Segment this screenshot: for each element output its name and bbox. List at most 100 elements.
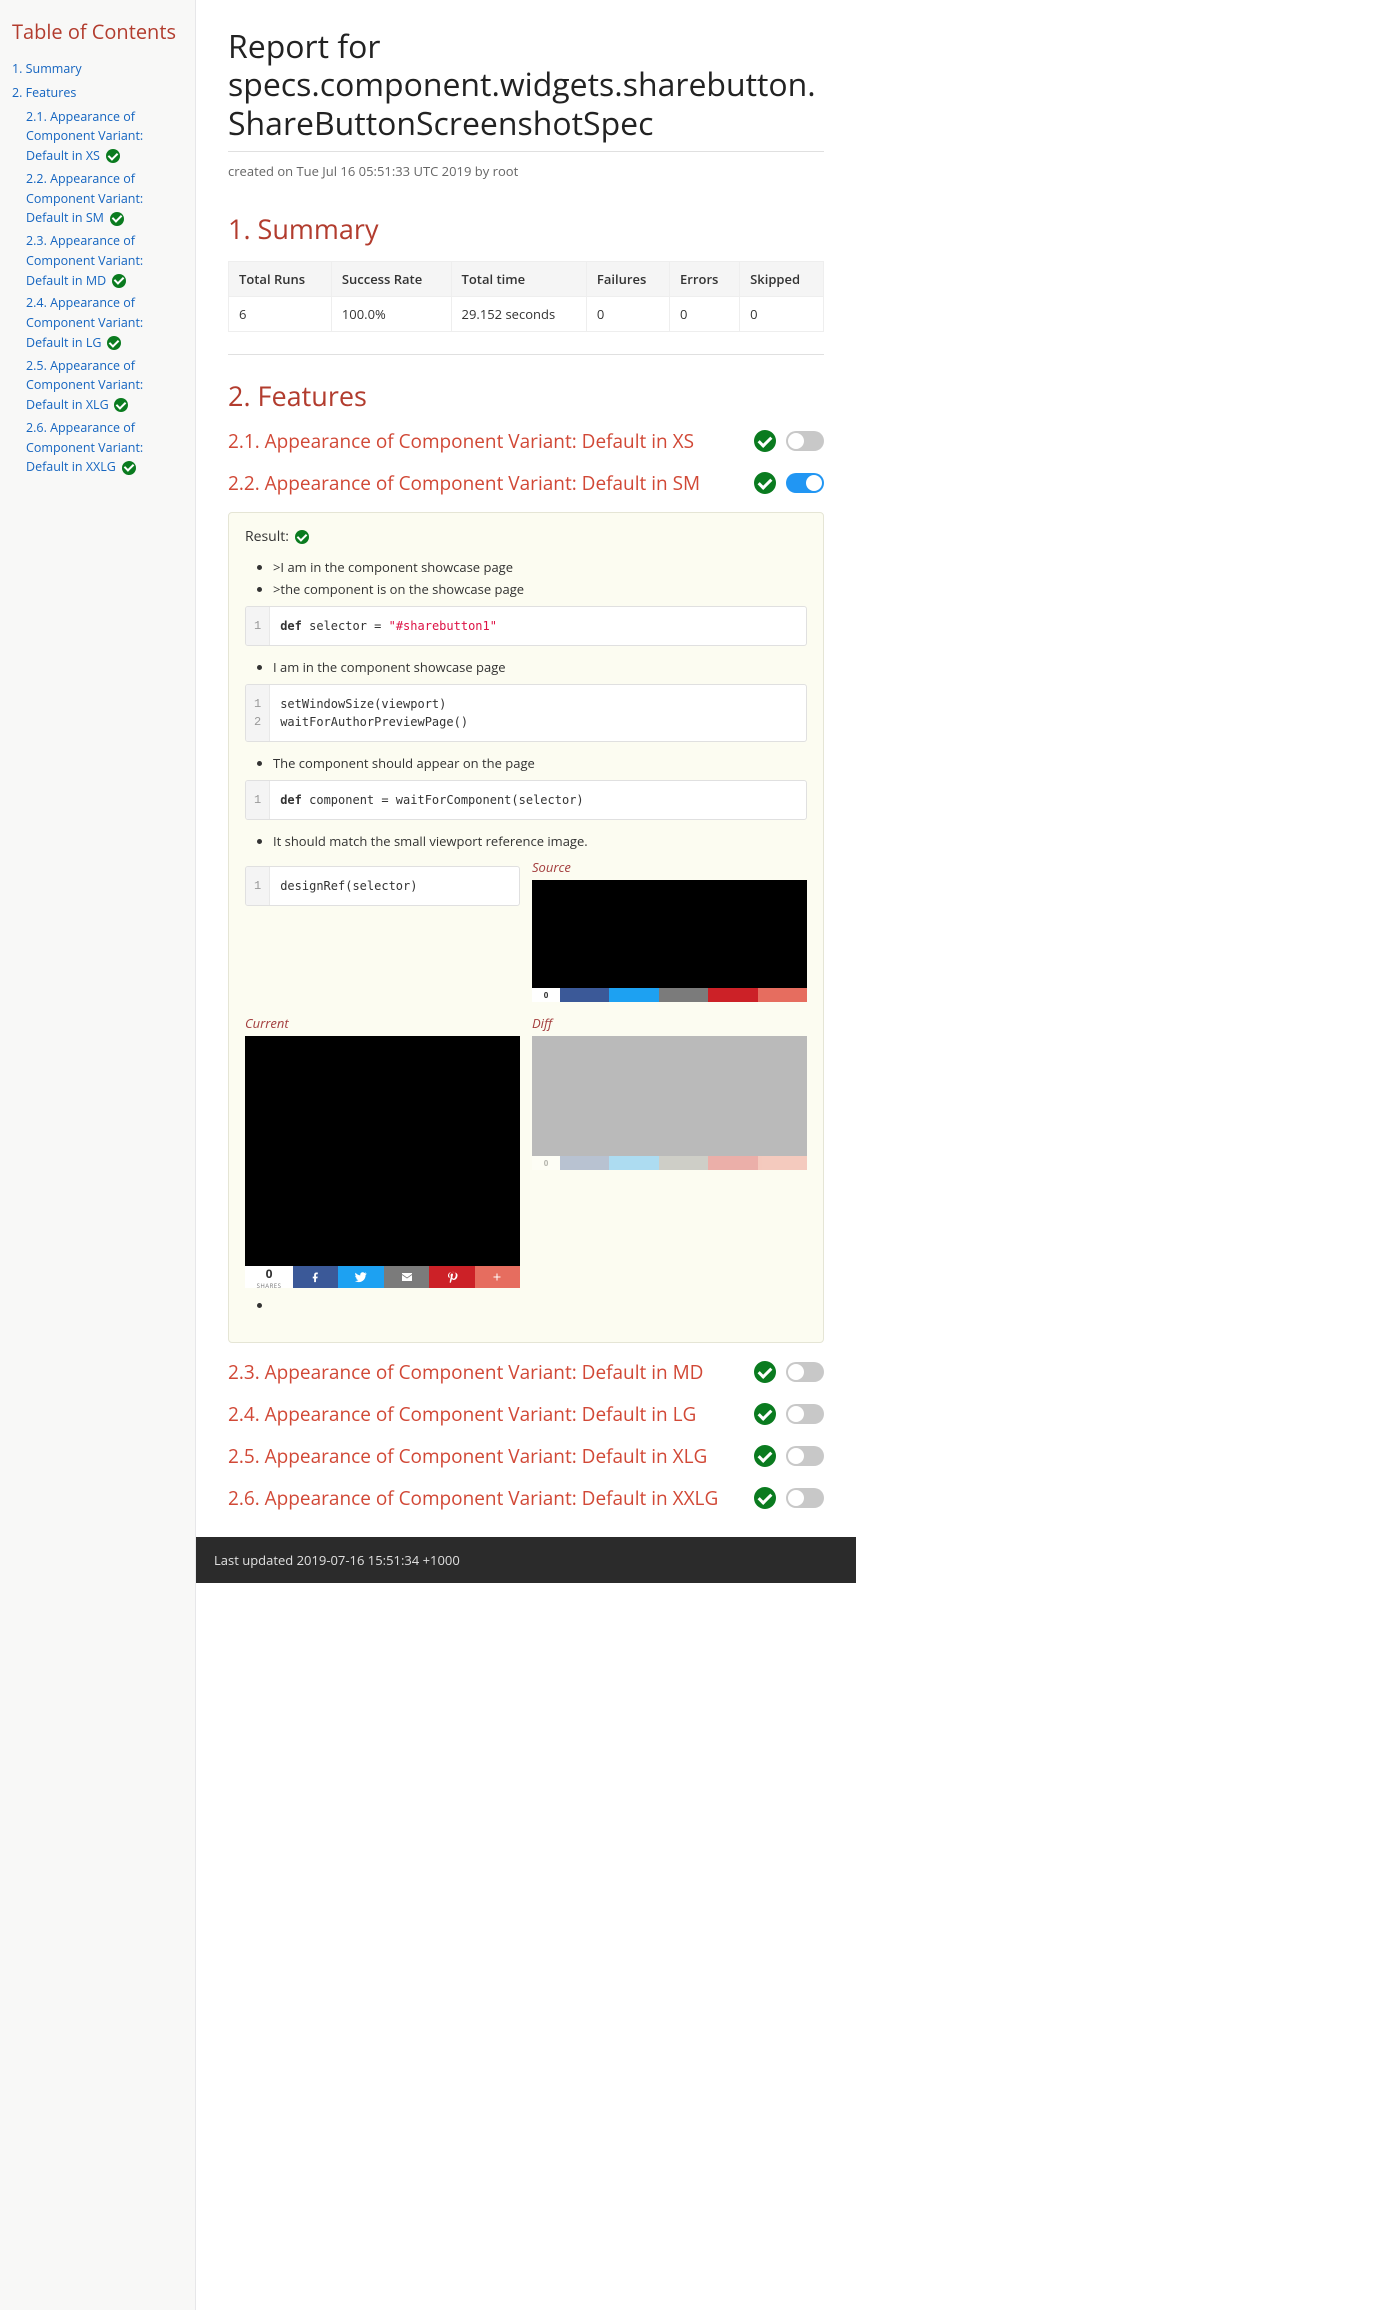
th-total-time: Total time	[451, 262, 586, 297]
pinterest-icon	[708, 1156, 757, 1170]
td-total-runs: 6	[229, 297, 332, 332]
share-count-label: SHARES	[257, 1282, 282, 1290]
toc-link-summary[interactable]: 1. Summary	[12, 60, 82, 77]
toc-list: 1. Summary 2. Features 2.1. Appearance o…	[12, 59, 183, 477]
toc-title: Table of Contents	[12, 18, 183, 45]
toggle-md[interactable]	[786, 1362, 824, 1382]
diff-screenshot: Diff 0	[532, 1014, 807, 1288]
twitter-icon	[609, 1156, 658, 1170]
feature-title: 2.4. Appearance of Component Variant: De…	[228, 1401, 742, 1427]
created-line: created on Tue Jul 16 05:51:33 UTC 2019 …	[228, 162, 824, 180]
td-total-time: 29.152 seconds	[451, 297, 586, 332]
twitter-icon[interactable]	[338, 1266, 383, 1288]
result-line: Result:	[245, 527, 807, 546]
th-skipped: Skipped	[740, 262, 824, 297]
divider	[228, 354, 824, 355]
screenshot-label: Diff	[532, 1014, 807, 1032]
screenshot-image	[532, 880, 807, 988]
page-title: Report for specs.component.widgets.share…	[228, 28, 824, 152]
features-heading: 2. Features	[228, 377, 824, 414]
feature-row-xxlg: 2.6. Appearance of Component Variant: De…	[228, 1485, 824, 1511]
td-success-rate: 100.0%	[331, 297, 451, 332]
check-icon	[110, 212, 124, 226]
feature-row-md: 2.3. Appearance of Component Variant: De…	[228, 1359, 824, 1385]
check-icon	[114, 398, 128, 412]
table-row: 6 100.0% 29.152 seconds 0 0 0	[229, 297, 824, 332]
toc-sidebar: Table of Contents 1. Summary 2. Features…	[0, 0, 196, 2310]
check-icon	[754, 472, 776, 494]
current-screenshot: Current 0 SHARES	[245, 1014, 520, 1288]
screenshot-grid: 1 designRef(selector) Source 0 Curren	[245, 858, 807, 1288]
code-block: 1 def selector = "#sharebutton1"	[245, 606, 807, 646]
source-screenshot: Source 0	[532, 858, 807, 1002]
toc-link-features[interactable]: 2. Features	[12, 84, 76, 101]
empty-step	[273, 1296, 807, 1314]
mail-icon[interactable]	[384, 1266, 429, 1288]
toggle-xlg[interactable]	[786, 1446, 824, 1466]
th-errors: Errors	[670, 262, 740, 297]
feature-row-xs: 2.1. Appearance of Component Variant: De…	[228, 428, 824, 454]
toggle-xxlg[interactable]	[786, 1488, 824, 1508]
feature-title: 2.3. Appearance of Component Variant: De…	[228, 1359, 742, 1385]
result-label: Result:	[245, 527, 289, 546]
step-item: >I am in the component showcase page	[273, 558, 807, 576]
step-item: It should match the small viewport refer…	[273, 832, 807, 850]
code-block: 1 def component = waitForComponent(selec…	[245, 780, 807, 820]
step-item: I am in the component showcase page	[273, 658, 807, 676]
feature-detail-panel: Result: >I am in the component showcase …	[228, 512, 824, 1343]
check-icon	[122, 461, 136, 475]
plus-icon[interactable]	[475, 1266, 520, 1288]
td-errors: 0	[670, 297, 740, 332]
mail-icon	[659, 1156, 708, 1170]
check-icon	[754, 1403, 776, 1425]
share-bar: 0	[532, 988, 807, 1002]
toggle-lg[interactable]	[786, 1404, 824, 1424]
check-icon	[295, 530, 309, 544]
code-block: 1 designRef(selector)	[245, 866, 520, 906]
th-total-runs: Total Runs	[229, 262, 332, 297]
feature-row-xlg: 2.5. Appearance of Component Variant: De…	[228, 1443, 824, 1469]
check-icon	[754, 1445, 776, 1467]
feature-title: 2.5. Appearance of Component Variant: De…	[228, 1443, 742, 1469]
summary-table: Total Runs Success Rate Total time Failu…	[228, 261, 824, 332]
toggle-xs[interactable]	[786, 431, 824, 451]
summary-heading: 1. Summary	[228, 210, 824, 247]
th-failures: Failures	[586, 262, 669, 297]
check-icon	[107, 336, 121, 350]
main-content: Report for specs.component.widgets.share…	[196, 0, 856, 2310]
step-item: >the component is on the showcase page	[273, 580, 807, 598]
feature-title: 2.6. Appearance of Component Variant: De…	[228, 1485, 742, 1511]
screenshot-label: Current	[245, 1014, 520, 1032]
toc-link-feature-lg[interactable]: 2.4. Appearance of Component Variant: De…	[26, 294, 143, 351]
code-block: 1 2 setWindowSize(viewport) waitForAutho…	[245, 684, 807, 742]
footer: Last updated 2019-07-16 15:51:34 +1000	[196, 1537, 856, 1583]
pinterest-icon[interactable]	[429, 1266, 474, 1288]
check-icon	[754, 1361, 776, 1383]
feature-title: 2.2. Appearance of Component Variant: De…	[228, 470, 742, 496]
pinterest-icon	[708, 988, 757, 1002]
check-icon	[112, 274, 126, 288]
feature-title: 2.1. Appearance of Component Variant: De…	[228, 428, 742, 454]
check-icon	[754, 1487, 776, 1509]
share-bar: 0	[532, 1156, 807, 1170]
share-count: 0	[266, 1265, 273, 1282]
td-failures: 0	[586, 297, 669, 332]
toc-link-feature-sm[interactable]: 2.2. Appearance of Component Variant: De…	[26, 170, 143, 227]
screenshot-image	[532, 1036, 807, 1156]
feature-row-lg: 2.4. Appearance of Component Variant: De…	[228, 1401, 824, 1427]
plus-icon	[758, 988, 807, 1002]
twitter-icon	[609, 988, 658, 1002]
mail-icon	[659, 988, 708, 1002]
toggle-sm[interactable]	[786, 473, 824, 493]
check-icon	[106, 149, 120, 163]
check-icon	[754, 430, 776, 452]
step-item: The component should appear on the page	[273, 754, 807, 772]
facebook-icon	[560, 1156, 609, 1170]
facebook-icon[interactable]	[293, 1266, 338, 1288]
toc-link-feature-xs[interactable]: 2.1. Appearance of Component Variant: De…	[26, 108, 143, 165]
screenshot-image	[245, 1036, 520, 1266]
th-success-rate: Success Rate	[331, 262, 451, 297]
td-skipped: 0	[740, 297, 824, 332]
share-bar: 0 SHARES	[245, 1266, 520, 1288]
facebook-icon	[560, 988, 609, 1002]
